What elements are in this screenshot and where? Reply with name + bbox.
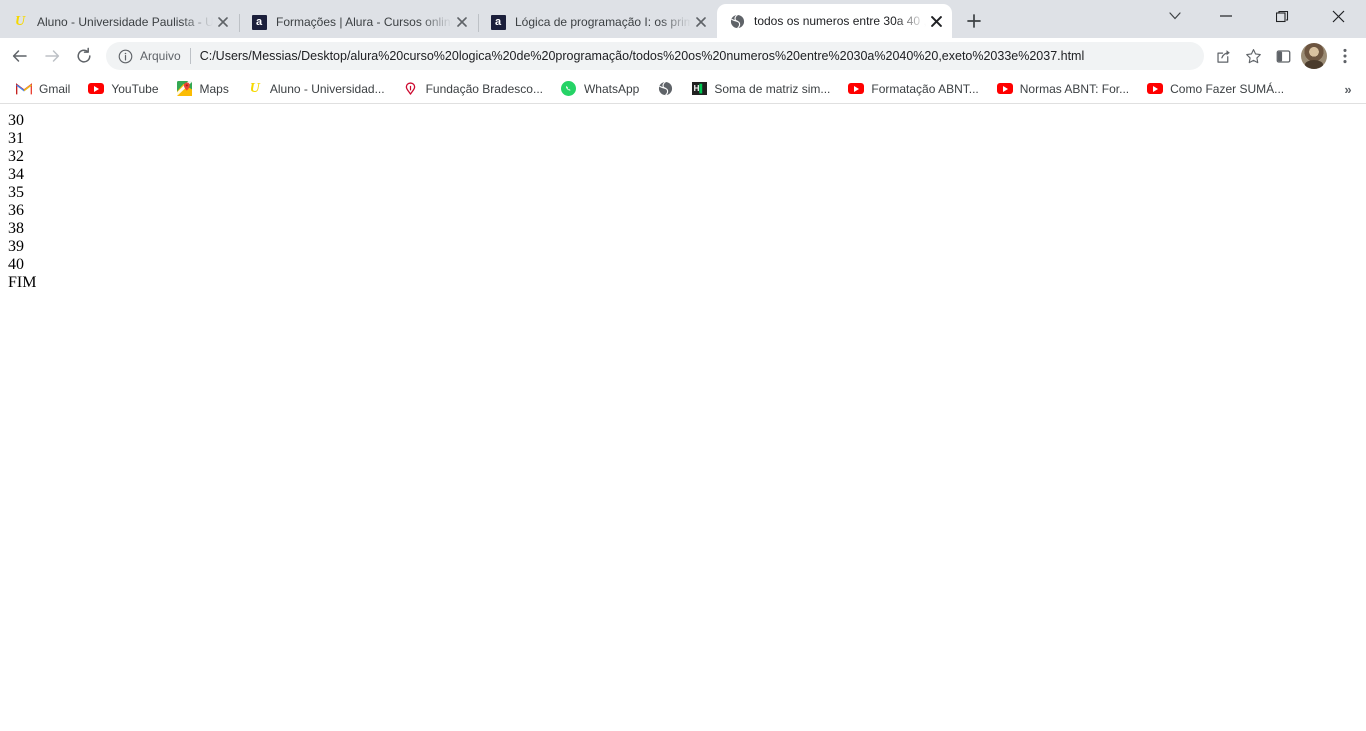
google-maps-icon [177, 81, 193, 97]
bookmark-label: Gmail [39, 81, 71, 96]
gmail-icon [16, 81, 32, 97]
browser-tab-2[interactable]: a Formações | Alura - Cursos online [239, 6, 478, 38]
output-line: FIM [8, 274, 37, 291]
info-circle-icon[interactable] [116, 47, 134, 65]
youtube-icon [996, 81, 1013, 97]
page-content: 30 31 32 34 35 36 38 39 40 FIM [0, 104, 1366, 731]
alura-icon: a [251, 14, 267, 30]
output-line: 39 [8, 238, 24, 255]
soma-icon: H ▌ [691, 82, 707, 95]
bookmark-label: Aluno - Universidad... [269, 81, 385, 96]
globe-icon [729, 13, 745, 29]
side-panel-icon[interactable] [1268, 41, 1298, 71]
bradesco-icon [403, 81, 419, 97]
bookmark-maps[interactable]: Maps [169, 77, 237, 101]
output-line: 32 [8, 148, 24, 165]
bookmark-youtube[interactable]: YouTube [80, 77, 166, 101]
tab-title: Aluno - Universidade Paulista - U [37, 15, 213, 29]
bookmarks-bar: Gmail YouTube Maps U Aluno - Universidad… [0, 74, 1366, 104]
output-line: 36 [8, 202, 24, 219]
bookmark-unnamed-globe[interactable] [649, 77, 681, 101]
bookmark-label: Formatação ABNT... [871, 81, 979, 96]
youtube-icon [88, 81, 105, 97]
globe-icon [657, 81, 673, 97]
browser-tab-1[interactable]: U Aluno - Universidade Paulista - U [0, 6, 239, 38]
bookmarks-overflow-button[interactable]: » [1338, 79, 1358, 99]
output-line: 31 [8, 130, 24, 147]
browser-toolbar: Arquivo C:/Users/Messias/Desktop/alura%2… [0, 38, 1366, 74]
forward-button[interactable] [36, 40, 68, 72]
tab-title: Formações | Alura - Cursos online [276, 15, 452, 29]
bookmark-label: Como Fazer SUMÁ... [1170, 81, 1285, 96]
bookmark-label: WhatsApp [583, 81, 640, 96]
tab-title: todos os numeros entre 30a 40 ,e [754, 14, 926, 28]
share-icon[interactable] [1208, 41, 1238, 71]
address-bar[interactable]: Arquivo C:/Users/Messias/Desktop/alura%2… [106, 42, 1204, 70]
browser-tab-4-active[interactable]: todos os numeros entre 30a 40 ,e [717, 4, 952, 38]
bookmark-normas-abnt[interactable]: Normas ABNT: For... [989, 77, 1137, 101]
maximize-button[interactable] [1254, 0, 1310, 32]
bookmark-label: Soma de matriz sim... [714, 81, 831, 96]
alura-icon: a [490, 14, 506, 30]
tab-search-button[interactable] [1152, 0, 1198, 32]
output-line: 34 [8, 166, 24, 183]
unip-icon: U [14, 14, 26, 29]
url-text[interactable]: C:/Users/Messias/Desktop/alura%20curso%2… [200, 49, 1192, 63]
profile-avatar[interactable] [1301, 43, 1327, 69]
tab-close-button[interactable] [691, 12, 711, 32]
chrome-menu-icon[interactable] [1330, 41, 1360, 71]
reload-button[interactable] [68, 40, 100, 72]
bookmark-label: Fundação Bradesco... [425, 81, 543, 96]
new-tab-button[interactable] [960, 7, 988, 35]
window-controls [1152, 0, 1366, 32]
output-line: 30 [8, 112, 24, 129]
youtube-icon [848, 81, 865, 97]
tab-close-button[interactable] [452, 12, 472, 32]
security-label: Arquivo [140, 49, 181, 63]
bookmark-whatsapp[interactable]: WhatsApp [553, 77, 647, 101]
bookmark-label: Normas ABNT: For... [1019, 81, 1130, 96]
minimize-button[interactable] [1198, 0, 1254, 32]
unip-icon: U [249, 80, 260, 96]
tab-close-button[interactable] [926, 11, 946, 31]
bookmark-soma-de-matriz[interactable]: H ▌ Soma de matriz sim... [683, 77, 838, 101]
bookmark-label: Maps [199, 81, 229, 96]
tab-close-button[interactable] [213, 12, 233, 32]
browser-tab-3[interactable]: a Lógica de programação I: os prim [478, 6, 717, 38]
bookmark-gmail[interactable]: Gmail [8, 77, 78, 101]
back-button[interactable] [4, 40, 36, 72]
bookmark-label: YouTube [111, 81, 159, 96]
tab-title: Lógica de programação I: os prim [515, 15, 691, 29]
bookmark-fundacao-bradesco[interactable]: Fundação Bradesco... [395, 77, 551, 101]
whatsapp-icon [561, 81, 577, 97]
close-button[interactable] [1310, 0, 1366, 32]
output-line: 40 [8, 256, 24, 273]
youtube-icon [1147, 81, 1164, 97]
tab-strip: U Aluno - Universidade Paulista - U a Fo… [0, 0, 1366, 38]
omnibox-divider [189, 48, 191, 64]
bookmark-formatacao-abnt[interactable]: Formatação ABNT... [840, 77, 986, 101]
bookmark-star-icon[interactable] [1238, 41, 1268, 71]
output-line: 38 [8, 220, 24, 237]
output-line: 35 [8, 184, 24, 201]
tab-list: U Aluno - Universidade Paulista - U a Fo… [0, 0, 988, 38]
bookmark-aluno-universidade[interactable]: U Aluno - Universidad... [239, 77, 393, 101]
bookmark-como-fazer-sumario[interactable]: Como Fazer SUMÁ... [1139, 77, 1292, 101]
